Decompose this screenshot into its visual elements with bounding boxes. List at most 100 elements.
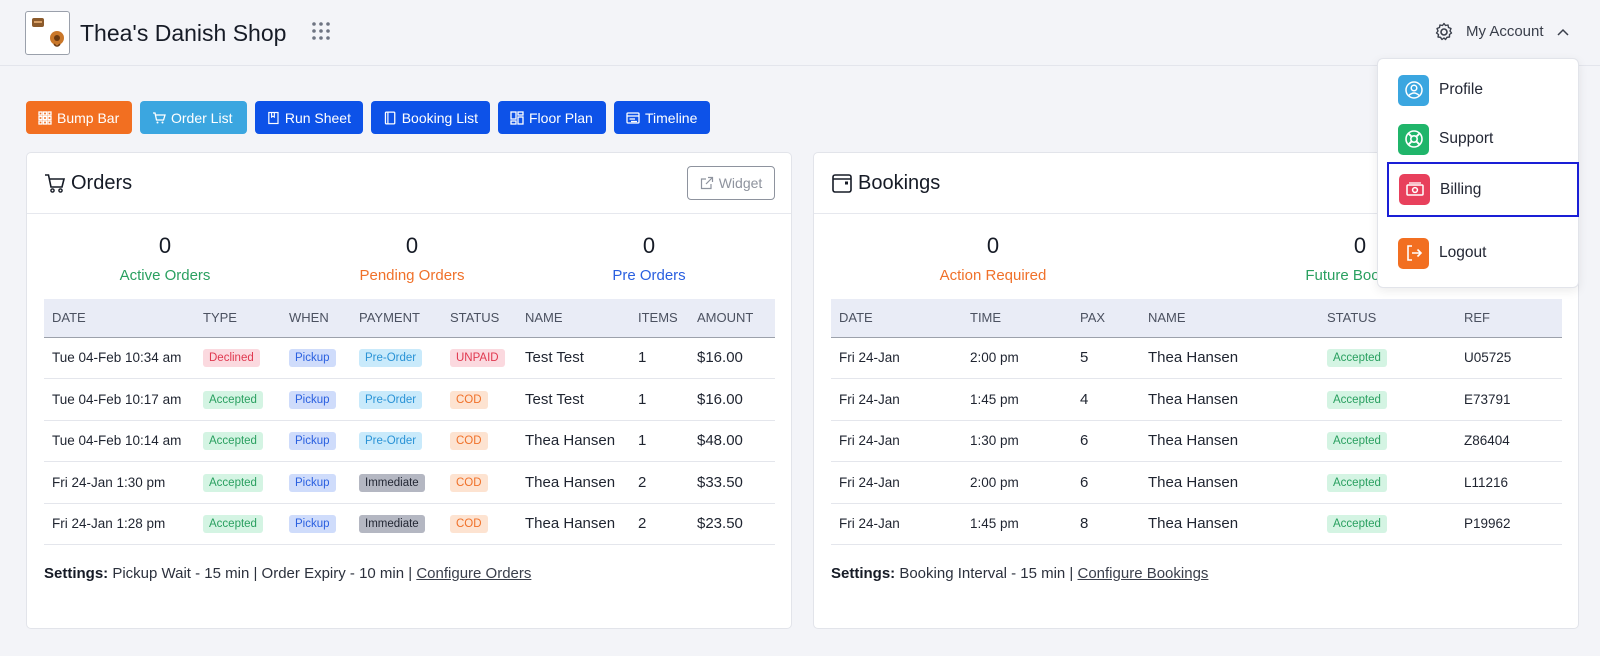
my-account-button[interactable]: My Account xyxy=(1466,23,1544,40)
order-name: Thea Hansen xyxy=(525,432,616,450)
booking-time: 1:30 pm xyxy=(970,433,1019,449)
logout-icon xyxy=(1398,237,1429,269)
column-header[interactable]: DATE xyxy=(44,299,195,338)
table-row[interactable]: Fri 24-Jan 2:00 pm 5 Thea Hansen Accepte… xyxy=(831,337,1562,379)
menu-item-label: Logout xyxy=(1439,244,1487,261)
booking-name: Thea Hansen xyxy=(1148,349,1239,367)
order-amount: $16.00 xyxy=(697,390,743,408)
order-name: Test Test xyxy=(525,390,584,408)
calendar-icon xyxy=(832,174,852,193)
status-badge: Accepted xyxy=(1327,390,1387,409)
booking-ref: Z86404 xyxy=(1464,433,1510,449)
bump-bar-button[interactable]: Bump Bar xyxy=(26,101,132,134)
column-header[interactable]: DATE xyxy=(831,299,962,338)
table-row[interactable]: Fri 24-Jan 1:45 pm 4 Thea Hansen Accepte… xyxy=(831,379,1562,420)
booking-ref: E73791 xyxy=(1464,391,1511,407)
booking-ref: P19962 xyxy=(1464,516,1511,532)
menu-item-label: Billing xyxy=(1440,180,1482,198)
column-header[interactable]: STATUS xyxy=(1319,299,1456,338)
table-row[interactable]: Fri 24-Jan 2:00 pm 6 Thea Hansen Accepte… xyxy=(831,462,1562,503)
table-row[interactable]: Fri 24-Jan 1:45 pm 8 Thea Hansen Accepte… xyxy=(831,503,1562,545)
stat-pending-orders: 0 Pending Orders xyxy=(312,233,512,284)
payment-badge: Pre-Order xyxy=(359,349,423,368)
menu-item-billing[interactable]: Billing xyxy=(1387,162,1579,217)
column-header[interactable]: REF xyxy=(1456,299,1562,338)
shop-logo[interactable] xyxy=(25,11,70,55)
floor-plan-label: Floor Plan xyxy=(529,109,593,126)
menu-item-profile[interactable]: Profile xyxy=(1388,66,1578,114)
booking-list-button[interactable]: Booking List xyxy=(371,101,490,134)
menu-item-label: Profile xyxy=(1439,81,1483,98)
orders-card: Orders Widget 0 Active Orders 0 Pending … xyxy=(26,152,792,629)
order-amount: $16.00 xyxy=(697,349,743,367)
table-header-row: DATE TIME PAX NAME STATUS REF xyxy=(831,299,1562,338)
menu-item-support[interactable]: Support xyxy=(1388,115,1578,163)
when-badge: Pickup xyxy=(289,432,336,451)
gear-icon[interactable] xyxy=(1434,22,1454,42)
column-header[interactable]: TYPE xyxy=(195,299,281,338)
floor-plan-button[interactable]: Floor Plan xyxy=(498,101,606,134)
column-header[interactable]: STATUS xyxy=(442,299,517,338)
status-badge: COD xyxy=(450,390,488,409)
type-badge: Accepted xyxy=(203,515,263,534)
column-header[interactable]: TIME xyxy=(962,299,1072,338)
booking-pax: 4 xyxy=(1080,390,1089,408)
booking-date: Fri 24-Jan xyxy=(839,433,900,449)
booking-pax: 6 xyxy=(1080,432,1089,450)
chevron-up-icon[interactable] xyxy=(1556,27,1570,37)
orders-settings: Settings: Pickup Wait - 15 min | Order E… xyxy=(44,565,531,582)
booking-name: Thea Hansen xyxy=(1148,515,1239,533)
table-row[interactable]: Tue 04-Feb 10:17 am Accepted Pickup Pre-… xyxy=(44,379,775,420)
order-list-button[interactable]: Order List xyxy=(140,101,247,134)
table-row[interactable]: Tue 04-Feb 10:34 am Declined Pickup Pre-… xyxy=(44,337,775,379)
order-name: Thea Hansen xyxy=(525,473,616,491)
menu-item-logout[interactable]: Logout xyxy=(1388,229,1578,277)
settings-text: Booking Interval - 15 min | xyxy=(895,565,1078,582)
table-row[interactable]: Fri 24-Jan 1:30 pm 6 Thea Hansen Accepte… xyxy=(831,420,1562,462)
apps-grid-icon[interactable] xyxy=(310,20,332,42)
stat-label: Pre Orders xyxy=(612,267,686,284)
column-header[interactable]: PAYMENT xyxy=(351,299,442,338)
order-date: Fri 24-Jan 1:30 pm xyxy=(52,474,166,490)
bump-bar-label: Bump Bar xyxy=(57,109,120,126)
booking-time: 2:00 pm xyxy=(970,474,1019,490)
column-header[interactable]: ITEMS xyxy=(630,299,689,338)
table-row[interactable]: Tue 04-Feb 10:14 am Accepted Pickup Pre-… xyxy=(44,420,775,462)
booking-time: 1:45 pm xyxy=(970,391,1019,407)
account-dropdown-menu: Profile Support Billing Logout xyxy=(1377,58,1579,288)
book-icon xyxy=(268,111,279,124)
payment-badge: Pre-Order xyxy=(359,432,423,451)
timeline-button[interactable]: Timeline xyxy=(614,101,710,134)
settings-text: Pickup Wait - 15 min | Order Expiry - 10… xyxy=(108,565,417,582)
orders-table: DATE TYPE WHEN PAYMENT STATUS NAME ITEMS… xyxy=(44,299,775,545)
order-items: 1 xyxy=(638,349,647,367)
booking-pax: 6 xyxy=(1080,473,1089,491)
status-badge: Accepted xyxy=(1327,473,1387,492)
table-row[interactable]: Fri 24-Jan 1:30 pm Accepted Pickup Immed… xyxy=(44,462,775,503)
booking-ref: L11216 xyxy=(1464,474,1509,490)
run-sheet-button[interactable]: Run Sheet xyxy=(255,101,363,134)
booking-date: Fri 24-Jan xyxy=(839,391,900,407)
cash-icon xyxy=(1399,174,1430,205)
configure-orders-link[interactable]: Configure Orders xyxy=(416,565,531,582)
booking-date: Fri 24-Jan xyxy=(839,516,900,532)
stat-value: 0 xyxy=(405,233,419,258)
column-header[interactable]: AMOUNT xyxy=(689,299,775,338)
booking-pax: 8 xyxy=(1080,515,1089,533)
configure-bookings-link[interactable]: Configure Bookings xyxy=(1078,565,1209,582)
external-link-icon xyxy=(700,176,713,190)
booking-name: Thea Hansen xyxy=(1148,390,1239,408)
column-header[interactable]: NAME xyxy=(1140,299,1319,338)
booking-name: Thea Hansen xyxy=(1148,432,1239,450)
notebook-icon xyxy=(384,110,396,125)
column-header[interactable]: PAX xyxy=(1072,299,1140,338)
status-badge: Accepted xyxy=(1327,432,1387,451)
cart-icon xyxy=(45,174,66,193)
lifebuoy-icon xyxy=(1398,123,1429,155)
widget-button[interactable]: Widget xyxy=(687,166,775,200)
bookings-settings: Settings: Booking Interval - 15 min | Co… xyxy=(831,565,1208,582)
column-header[interactable]: NAME xyxy=(517,299,630,338)
column-header[interactable]: WHEN xyxy=(281,299,351,338)
settings-label: Settings: xyxy=(831,565,896,582)
table-row[interactable]: Fri 24-Jan 1:28 pm Accepted Pickup Immed… xyxy=(44,503,775,545)
